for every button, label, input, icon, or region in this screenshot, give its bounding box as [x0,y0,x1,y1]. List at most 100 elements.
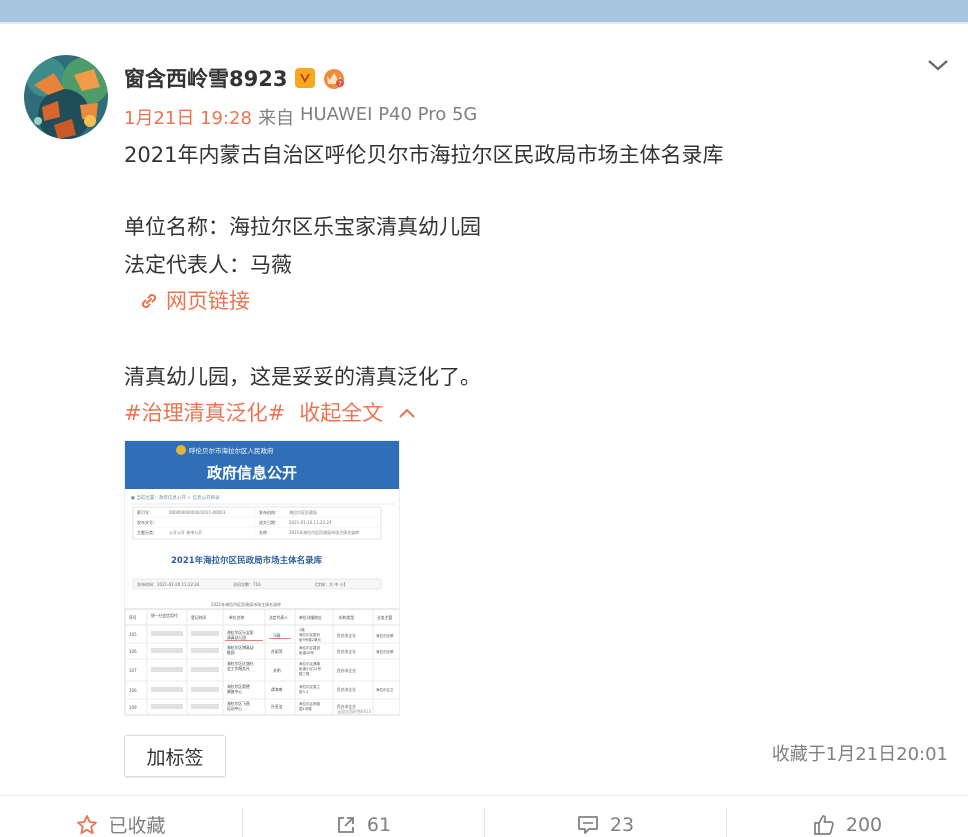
government-document-thumbnail: 呼伦贝尔市海拉尔区人民政府 政府信息公开 ● 当前位置：政府信息公开 > 信息公… [125,441,399,715]
svg-text:街道26号: 街道26号 [299,650,314,655]
svg-text:业务主管: 业务主管 [377,615,392,620]
svg-text:楼三楼: 楼三楼 [299,671,310,676]
post-meta: 1月21日 19:28 来自 HUAWEI P40 Pro 5G [124,104,477,130]
svg-text:2021-01-20 11:22:24: 2021-01-20 11:22:24 [289,520,332,525]
svg-text:海拉尔区胜利: 海拉尔区胜利 [299,632,320,637]
favorite-label: 已收藏 [108,815,166,837]
svg-text:名称：: 名称： [259,529,271,535]
post-image[interactable]: 呼伦贝尔市海拉尔区人民政府 政府信息公开 ● 当前位置：政府信息公开 > 信息公… [124,440,400,716]
avatar[interactable] [24,55,108,139]
svg-text:机构类型: 机构类型 [339,615,354,620]
post-source: HUAWEI P40 Pro 5G [299,104,478,125]
svg-text:106: 106 [129,649,137,654]
svg-text:海拉尔区教: 海拉尔区教 [376,633,394,638]
favorite-button[interactable]: 已收藏 [0,796,242,837]
svg-text:民办非企业: 民办非企业 [337,649,356,654]
svg-text:国1号楼: 国1号楼 [299,706,312,711]
svg-text:105: 105 [129,632,137,637]
comment-count: 23 [609,813,635,836]
svg-text:单位名称: 单位名称 [229,615,244,620]
crown-icon[interactable]: 7 [321,66,347,90]
avatar-image [24,55,108,139]
svg-text:单位详细地址: 单位详细地址 [299,615,322,620]
verified-v-icon[interactable] [295,68,316,88]
thumbs-up-icon [814,814,834,835]
svg-text:登记时间: 登记时间 [191,615,206,620]
top-frame-bar [0,0,968,22]
svg-text:关明: 关明 [273,668,281,673]
username-row: 窗含西岭雪8923 7 [124,62,347,94]
like-count: 200 [845,813,883,836]
svg-text:海拉尔区民政局: 海拉尔区民政局 [289,509,317,515]
tag-row: #治理清真泛化# 收起全文 [124,398,417,428]
svg-text:法定代表人: 法定代表人 [269,615,288,620]
svg-text:统一社会信用代: 统一社会信用代 [151,613,178,618]
svg-text:@窗含西岭雪8923: @窗含西岭雪8923 [337,708,372,714]
source-prefix: 来自 [257,108,294,129]
doc-table-title: 2021年海拉尔区民政局市场主体名录库 [171,555,323,566]
svg-text:海拉尔区卫: 海拉尔区卫 [376,687,394,692]
post-text-line: 清真幼儿园，这是妥妥的清真泛化了。 [124,365,481,389]
share-icon [338,816,354,833]
svg-text:海拉尔区健康: 海拉尔区健康 [299,661,320,666]
favorite-time: 收藏于1月21日20:01 [771,744,948,765]
svg-text:1楼: 1楼 [299,627,305,632]
svg-text:访问次数：716: 访问次数：716 [233,581,261,587]
comment-button[interactable]: 23 [484,796,726,837]
svg-text:序号: 序号 [129,615,137,620]
web-link-label: 网页链接 [166,289,250,313]
comment-icon [578,815,598,834]
repost-button[interactable]: 61 [242,796,484,837]
svg-text:海拉尔区教: 海拉尔区教 [376,649,394,654]
collapse-text-link[interactable]: 收起全文 [299,398,383,428]
chevron-down-icon[interactable] [926,56,950,74]
post-text-line: 单位名称：海拉尔区乐宝家清真幼儿园 [124,215,481,239]
hashtag-link[interactable]: #治理清真泛化# [124,398,285,428]
svg-text:发布机构：: 发布机构： [259,509,279,515]
svg-text:康复中心: 康复中心 [227,689,242,694]
svg-text:马薇: 马薇 [273,633,281,638]
svg-text:培训中心: 培训中心 [227,706,242,711]
svg-text:海拉尔区桥路: 海拉尔区桥路 [299,701,320,706]
web-link[interactable]: 网页链接 [138,286,250,316]
svg-text:2021年海拉尔区民政局市场主体名录库: 2021年海拉尔区民政局市场主体名录库 [289,529,359,535]
svg-text:【字体：大 中 小】: 【字体：大 中 小】 [313,581,348,587]
star-icon [77,814,98,834]
svg-text:街道小区22号: 街道小区22号 [299,666,321,671]
svg-text:● 当前位置：政府信息公开 > 信息公开目录: ● 当前位置：政府信息公开 > 信息公开目录 [131,494,220,501]
like-button[interactable]: 200 [726,796,968,837]
svg-text:海拉尔区建设: 海拉尔区建设 [299,645,320,650]
svg-text:7: 7 [339,81,343,88]
post-time[interactable]: 1月21日 19:28 [124,104,252,130]
svg-text:2021年海拉尔区民政局市场主体名录库: 2021年海拉尔区民政局市场主体名录库 [211,601,281,607]
svg-text:民办非企业: 民办非企业 [337,668,356,673]
svg-text:街3-3: 街3-3 [299,689,308,694]
svg-text:000000000000/2021-00003: 000000000000/2021-00003 [169,510,226,515]
svg-text:索引号：: 索引号： [137,509,153,515]
svg-text:主题分类：: 主题分类： [137,529,157,535]
add-tag-button[interactable]: 加标签 [124,735,226,777]
post-text-line: 2021年内蒙古自治区呼伦贝尔市海拉尔区民政局市场主体名录库 [124,143,724,167]
doc-heading-text: 政府信息公开 [207,464,297,482]
svg-text:清真幼儿园: 清真幼儿园 [227,635,246,640]
svg-text:民办非企业: 民办非企业 [337,687,356,692]
post-text-line: 法定代表人：马薇 [124,253,292,277]
svg-text:孙亚洁: 孙亚洁 [271,704,283,709]
svg-text:谭海南: 谭海南 [271,687,283,692]
svg-text:公开公开 依申公开: 公开公开 依申公开 [169,529,202,535]
doc-banner-text: 呼伦贝尔市海拉尔区人民政府 [189,446,274,455]
svg-text:街9号楼2单元: 街9号楼2单元 [299,637,321,642]
username[interactable]: 窗含西岭雪8923 [124,63,287,93]
action-bar: 已收藏 61 23 200 [0,795,968,837]
svg-text:肖丽萍: 肖丽萍 [271,649,283,654]
link-icon [141,293,157,309]
svg-text:成文日期：: 成文日期： [259,519,279,525]
svg-text:109: 109 [129,705,137,710]
repost-count: 61 [366,813,392,836]
doc-publish-time: 发布时间：2021-01-20 11:22:24 [137,581,200,587]
svg-text:会工作服务社: 会工作服务社 [227,666,250,671]
chevron-up-icon[interactable] [397,406,417,420]
svg-text:民办非企业: 民办非企业 [337,633,356,638]
svg-text:107: 107 [129,668,137,673]
svg-text:106: 106 [129,688,137,693]
